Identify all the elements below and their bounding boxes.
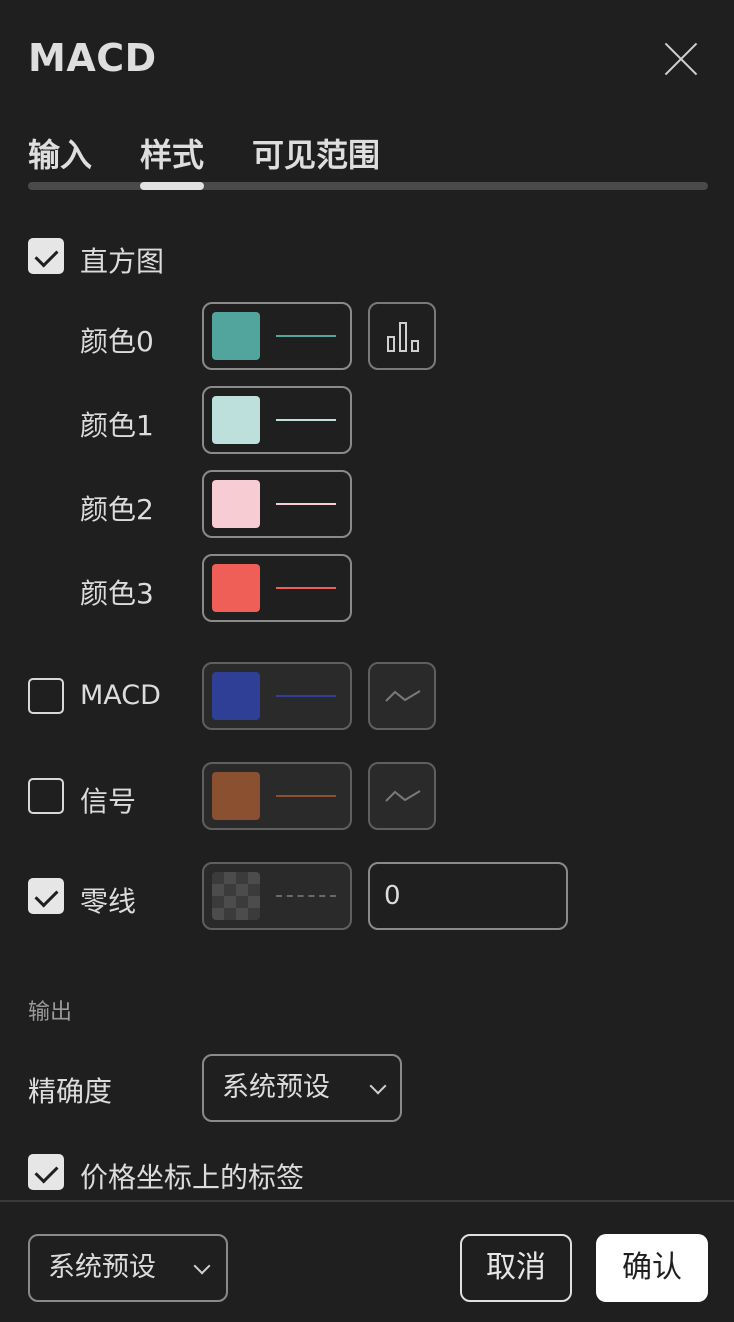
macd-label: MACD — [80, 680, 161, 711]
tab-visibility[interactable]: 可见范围 — [252, 130, 380, 176]
defaults-select[interactable]: 系统预设 — [28, 1234, 228, 1302]
chevron-down-icon — [369, 1077, 387, 1095]
color0-label: 颜色0 — [80, 325, 154, 358]
macd-style-button[interactable] — [368, 662, 436, 730]
macd-swatch — [212, 672, 260, 720]
defaults-select-value: 系统预设 — [48, 1252, 156, 1283]
zero-line-swatch — [212, 872, 260, 920]
color3-line-preview — [276, 587, 336, 589]
tabs-track — [28, 182, 708, 190]
color2-label: 颜色2 — [80, 493, 154, 526]
precision-label: 精确度 — [28, 1075, 113, 1108]
precision-select-value: 系统预设 — [222, 1072, 330, 1103]
color1-label: 颜色1 — [80, 409, 154, 442]
ok-button[interactable]: 确认 — [596, 1234, 708, 1302]
color3-button[interactable] — [202, 554, 352, 622]
signal-color-button[interactable] — [202, 762, 352, 830]
zero-line-color-button[interactable] — [202, 862, 352, 930]
line-wave-icon — [385, 790, 421, 802]
zero-line-dashed-preview — [276, 895, 336, 897]
histogram-label: 直方图 — [80, 245, 165, 278]
macd-line-preview — [276, 695, 336, 697]
signal-style-button[interactable] — [368, 762, 436, 830]
color2-button[interactable] — [202, 470, 352, 538]
color3-swatch — [212, 564, 260, 612]
color0-button[interactable] — [202, 302, 352, 370]
color0-line-preview — [276, 335, 336, 337]
price-scale-label: 价格坐标上的标签 — [80, 1161, 305, 1194]
signal-line-preview — [276, 795, 336, 797]
zero-line-label: 零线 — [80, 885, 137, 918]
bar-chart-icon — [387, 322, 419, 352]
macd-color-button[interactable] — [202, 662, 352, 730]
line-wave-icon — [385, 690, 421, 702]
color2-swatch — [212, 480, 260, 528]
signal-swatch — [212, 772, 260, 820]
dialog-title: MACD — [28, 36, 157, 80]
chevron-down-icon — [193, 1257, 211, 1275]
color0-swatch — [212, 312, 260, 360]
macd-checkbox[interactable] — [28, 678, 64, 714]
zero-line-checkbox[interactable] — [28, 878, 64, 914]
tab-inputs[interactable]: 输入 — [28, 130, 92, 176]
histogram-style-button[interactable] — [368, 302, 436, 370]
color2-line-preview — [276, 503, 336, 505]
precision-select[interactable]: 系统预设 — [202, 1054, 402, 1122]
color3-label: 颜色3 — [80, 577, 154, 610]
signal-label: 信号 — [80, 785, 137, 818]
cancel-button[interactable]: 取消 — [460, 1234, 572, 1302]
color1-line-preview — [276, 419, 336, 421]
signal-checkbox[interactable] — [28, 778, 64, 814]
tab-style[interactable]: 样式 — [140, 130, 204, 176]
color1-button[interactable] — [202, 386, 352, 454]
output-section-title: 输出 — [28, 1000, 73, 1025]
footer-divider — [0, 1200, 734, 1202]
zero-line-value-input[interactable]: 0 — [368, 862, 568, 930]
price-scale-label-checkbox[interactable] — [28, 1154, 64, 1190]
color1-swatch — [212, 396, 260, 444]
tab-active-indicator — [140, 182, 204, 190]
histogram-checkbox[interactable] — [28, 238, 64, 274]
close-icon[interactable] — [660, 38, 702, 80]
